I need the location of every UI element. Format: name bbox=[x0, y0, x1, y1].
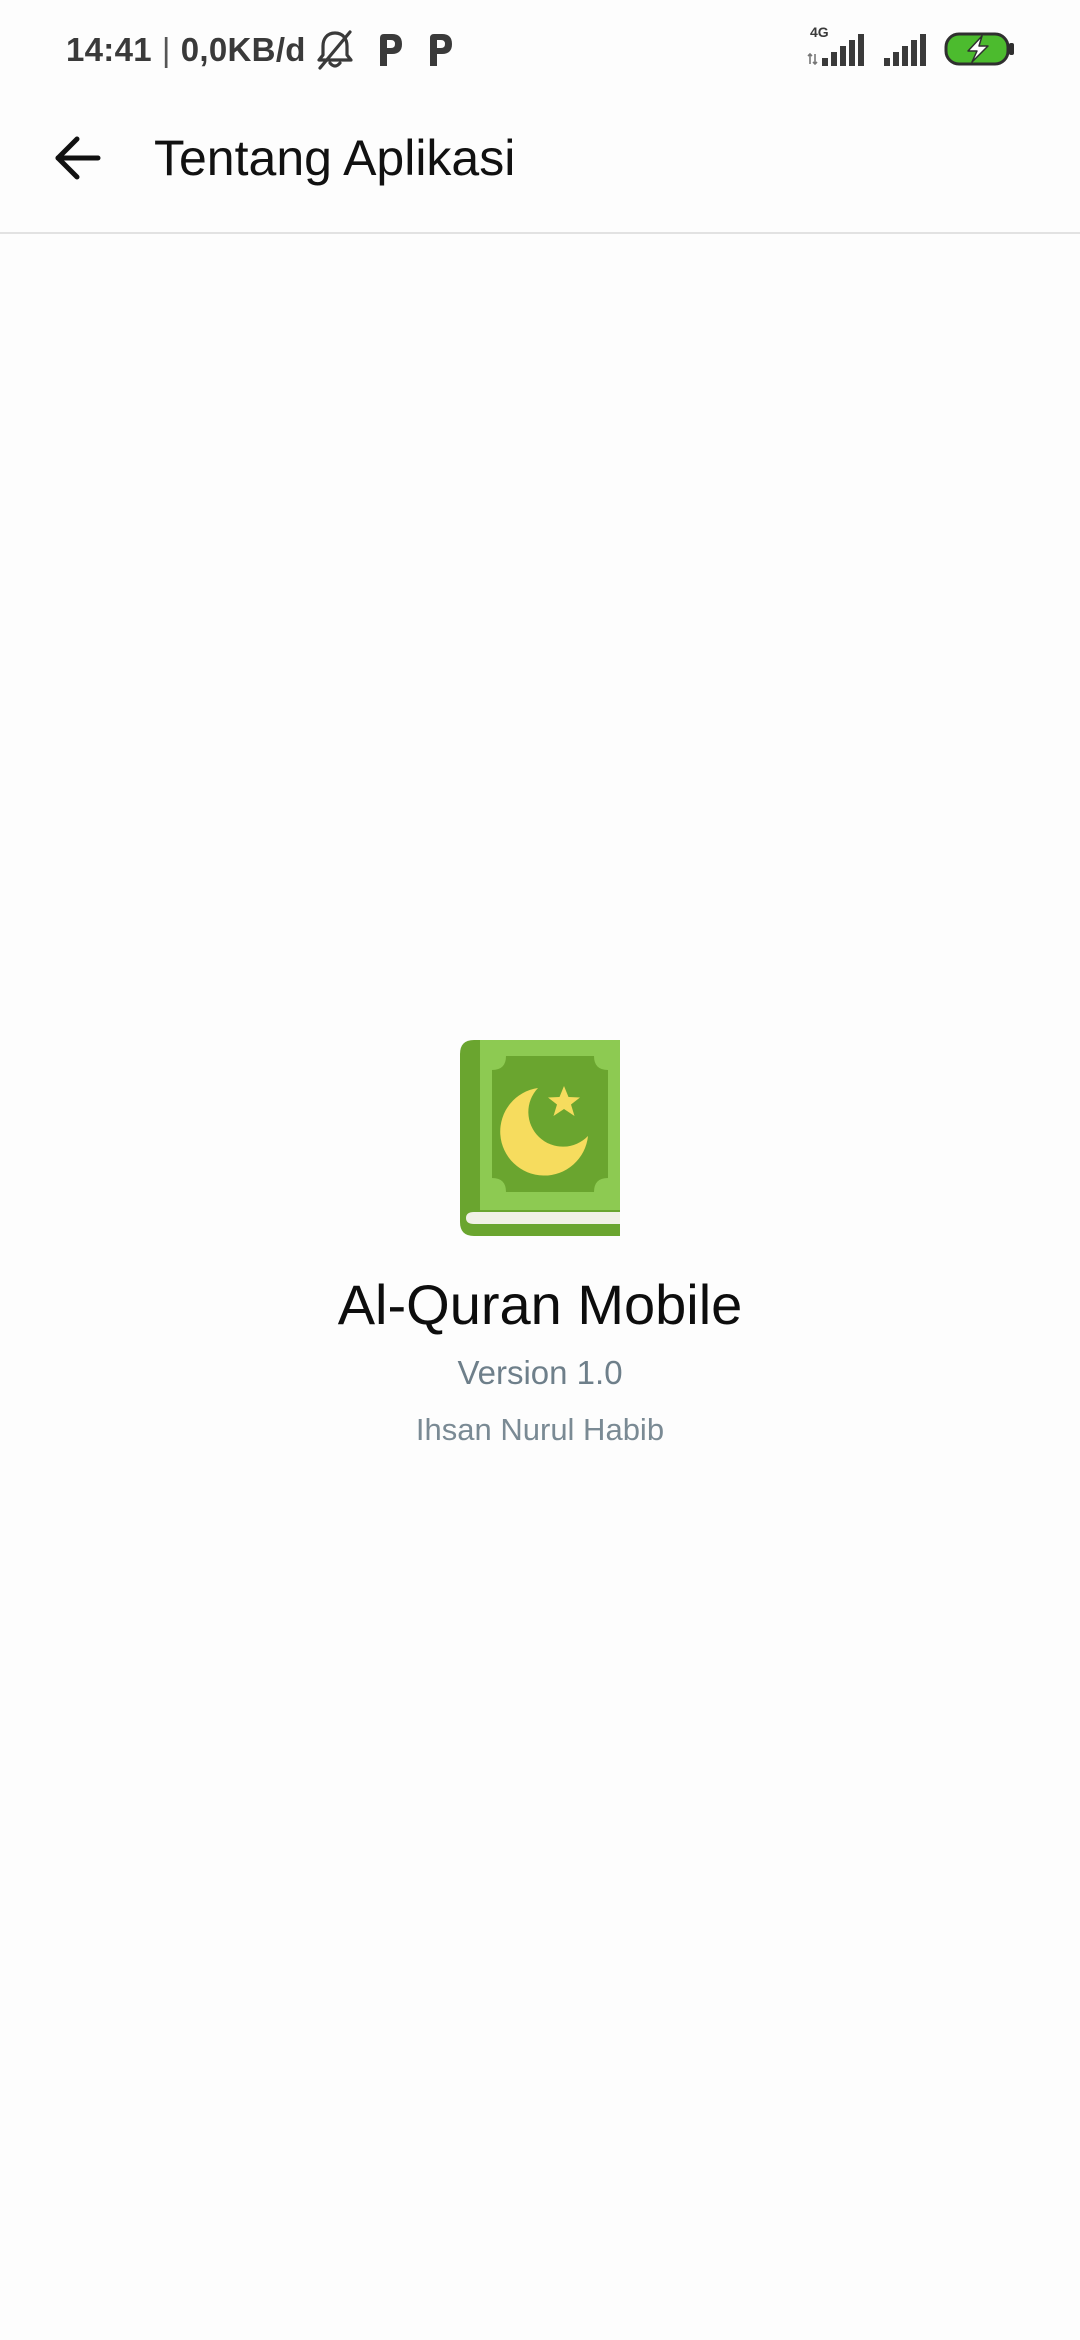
page-title: Tentang Aplikasi bbox=[154, 130, 516, 186]
signal-4g-icon: 4G bbox=[804, 24, 868, 77]
status-time: 14:41 bbox=[66, 31, 152, 68]
parking-app-icon bbox=[370, 28, 408, 72]
app-version: Version 1.0 bbox=[457, 1354, 623, 1391]
arrow-left-icon bbox=[55, 136, 101, 180]
status-bar-right: 4G bbox=[788, 24, 1016, 77]
app-bar: Tentang Aplikasi bbox=[0, 100, 1080, 234]
status-data-rate: 0,0KB/d bbox=[180, 31, 306, 68]
network-type-label: 4G bbox=[810, 24, 829, 40]
status-separator: | bbox=[161, 31, 171, 68]
back-button[interactable] bbox=[42, 122, 114, 194]
status-bar: 14:41 | 0,0KB/d 4G bbox=[0, 0, 1080, 100]
bell-off-icon bbox=[316, 28, 354, 72]
about-section: Al-Quran Mobile Version 1.0 Ihsan Nurul … bbox=[0, 1040, 1080, 1450]
app-author: Ihsan Nurul Habib bbox=[415, 1412, 665, 1447]
status-bar-left: 14:41 | 0,0KB/d bbox=[66, 28, 458, 72]
about-screen: 14:41 | 0,0KB/d 4G Tentang Aplikasi Al-Q… bbox=[0, 0, 1080, 2340]
battery-charging-icon bbox=[944, 24, 1016, 77]
parking-app-icon bbox=[420, 28, 458, 72]
app-name: Al-Quran Mobile bbox=[337, 1273, 743, 1336]
signal-icon bbox=[884, 24, 928, 77]
quran-book-icon bbox=[0, 1040, 1080, 1236]
